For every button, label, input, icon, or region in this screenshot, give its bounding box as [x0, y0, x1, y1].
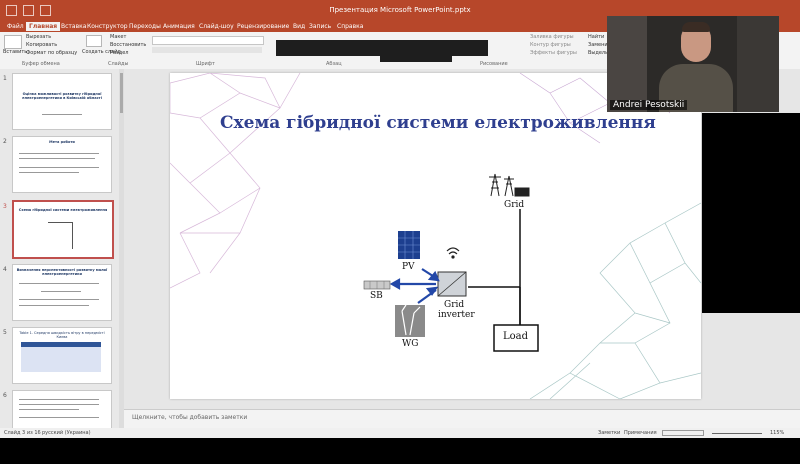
tab-review[interactable]: Рецензирование	[234, 22, 292, 31]
grid-label: Grid	[504, 200, 525, 210]
tab-transitions[interactable]: Переходы	[126, 22, 164, 31]
new-slide-icon[interactable]	[86, 35, 102, 47]
thumbnail-number: 3	[3, 203, 7, 210]
shape-effects-button[interactable]: Эффекты фигуры	[530, 50, 577, 57]
wifi-icon	[446, 247, 460, 259]
tab-animations[interactable]: Анимация	[160, 22, 198, 31]
slide-thumbnail[interactable]	[12, 390, 112, 432]
thumbnail-text-line	[19, 305, 89, 306]
slide-thumbnail-selected[interactable]: Схема гібридної системи електроживлення	[12, 200, 114, 259]
thumbnail-title: Визначення перспективності розвитку мало…	[16, 268, 108, 276]
window-title: Презентация Microsoft PowerPoint.pptx	[329, 6, 471, 14]
video-background-right	[737, 16, 779, 112]
slide-thumbnail[interactable]: Визначення перспективності розвитку мало…	[12, 264, 112, 321]
notes-pane[interactable]: Щелкните, чтобы добавить заметки	[124, 409, 800, 429]
status-bar: Слайд 3 из 16 русский (Украина) Заметки …	[0, 428, 800, 438]
group-drawing-label: Рисование	[480, 61, 508, 67]
slide-thumbnail[interactable]: Мета роботи	[12, 136, 112, 193]
shape-fill-button[interactable]: Заливка фигуры	[530, 34, 574, 41]
view-buttons[interactable]	[662, 430, 704, 436]
wind-generator-icon	[395, 304, 425, 337]
slide-counter: Слайд 3 из 16	[4, 430, 41, 436]
thumbnail-text-line	[41, 291, 81, 292]
thumbnail-number: 4	[3, 266, 7, 273]
paste-button[interactable]: Вставить	[3, 49, 27, 56]
video-background-left	[607, 16, 647, 112]
wg-label: WG	[402, 339, 419, 349]
participant-hair	[682, 22, 710, 32]
reset-button[interactable]: Восстановить	[110, 42, 146, 49]
redacted-area	[380, 55, 452, 62]
slide-title[interactable]: Схема гібридної системи електроживлення	[220, 113, 656, 133]
thumbnail-text-line	[19, 167, 99, 168]
thumbnail-number: 5	[3, 329, 7, 336]
thumbnail-diagram	[48, 222, 73, 249]
cut-button[interactable]: Вырезать	[26, 34, 51, 41]
screen-bottom-area	[0, 438, 800, 464]
section-button[interactable]: Раздел	[110, 50, 128, 57]
thumbnail-text-line	[19, 299, 99, 300]
thumbnail-text-line	[19, 283, 99, 284]
zoom-slider[interactable]	[712, 433, 762, 434]
tab-design[interactable]: Конструктор	[84, 22, 131, 31]
thumbnail-title: Оцінка можливості розвитку гібридної еле…	[22, 92, 102, 100]
notes-toggle[interactable]: Заметки	[598, 430, 620, 436]
thumbnail-number: 2	[3, 138, 7, 145]
participant-video[interactable]: Andrei Pesotskii	[607, 16, 779, 112]
current-slide[interactable]: Схема гібридної системи електроживлення …	[170, 73, 701, 399]
group-clipboard-label: Буфер обмена	[22, 61, 60, 67]
slide-thumbnail[interactable]: Table 1. Середня швидкість вітру в перед…	[12, 327, 112, 384]
slide-thumbnail-pane: 1 Оцінка можливості розвитку гібридної е…	[0, 69, 124, 432]
inverter-label-line1: Grid	[444, 300, 465, 310]
tab-record[interactable]: Запись	[306, 22, 334, 31]
load-label: Load	[503, 331, 529, 342]
language-indicator[interactable]: русский (Украина)	[42, 430, 91, 436]
thumbnail-number: 1	[3, 75, 7, 82]
thumbnail-title: Мета роботи	[49, 140, 75, 144]
grid-inverter-icon	[437, 271, 467, 297]
font-formatting-buttons[interactable]	[152, 47, 262, 53]
zoom-level[interactable]: 115%	[770, 430, 784, 436]
thumbnail-text-line	[19, 399, 99, 400]
grid-tower-icon	[489, 173, 530, 197]
thumbnail-number: 6	[3, 392, 7, 399]
thumbnail-text-line	[19, 404, 99, 405]
copy-button[interactable]: Копировать	[26, 42, 57, 49]
tab-help[interactable]: Справка	[334, 22, 366, 31]
group-font-label: Шрифт	[196, 61, 215, 67]
paste-icon[interactable]	[4, 35, 22, 49]
thumbnail-text-line	[19, 417, 99, 418]
thumbnail-text-line	[19, 172, 79, 173]
font-name-field[interactable]	[152, 36, 264, 45]
tab-home[interactable]: Главная	[26, 22, 61, 31]
storage-battery-icon	[363, 280, 391, 290]
comments-toggle[interactable]: Примечания	[624, 430, 657, 436]
group-paragraph-label: Абзац	[326, 61, 342, 67]
participant-name: Andrei Pesotskii	[610, 100, 688, 110]
thumbnail-text-line	[19, 409, 79, 410]
scrollbar-thumb[interactable]	[120, 73, 123, 113]
tab-slideshow[interactable]: Слайд-шоу	[196, 22, 237, 31]
inverter-label-line2: inverter	[438, 310, 475, 320]
thumbnail-text-line	[19, 153, 99, 154]
pv-panel-icon	[398, 231, 420, 259]
group-slides-label: Слайды	[108, 61, 129, 67]
pv-label: PV	[402, 262, 415, 272]
slide-thumbnail[interactable]: Оцінка можливості розвитку гібридної еле…	[12, 73, 112, 130]
format-painter-button[interactable]: Формат по образцу	[26, 50, 77, 57]
thumbnail-title: Схема гібридної системи електроживлення	[18, 208, 108, 212]
sb-label: SB	[370, 291, 383, 301]
thumbnail-table	[21, 342, 101, 372]
layout-button[interactable]: Макет	[110, 34, 126, 41]
redacted-area	[276, 40, 488, 56]
video-overlay-black-area	[702, 113, 800, 313]
thumbnail-title: Table 1. Середня швидкість вітру в перед…	[19, 331, 105, 339]
energy-flow-arrows	[389, 268, 440, 304]
find-button[interactable]: Найти	[588, 34, 604, 41]
thumbnail-text-line	[42, 114, 82, 115]
tab-file[interactable]: Файл	[4, 22, 27, 31]
thumbnail-text-line	[19, 158, 95, 159]
notes-placeholder[interactable]: Щелкните, чтобы добавить заметки	[132, 414, 247, 421]
shape-outline-button[interactable]: Контур фигуры	[530, 42, 571, 49]
